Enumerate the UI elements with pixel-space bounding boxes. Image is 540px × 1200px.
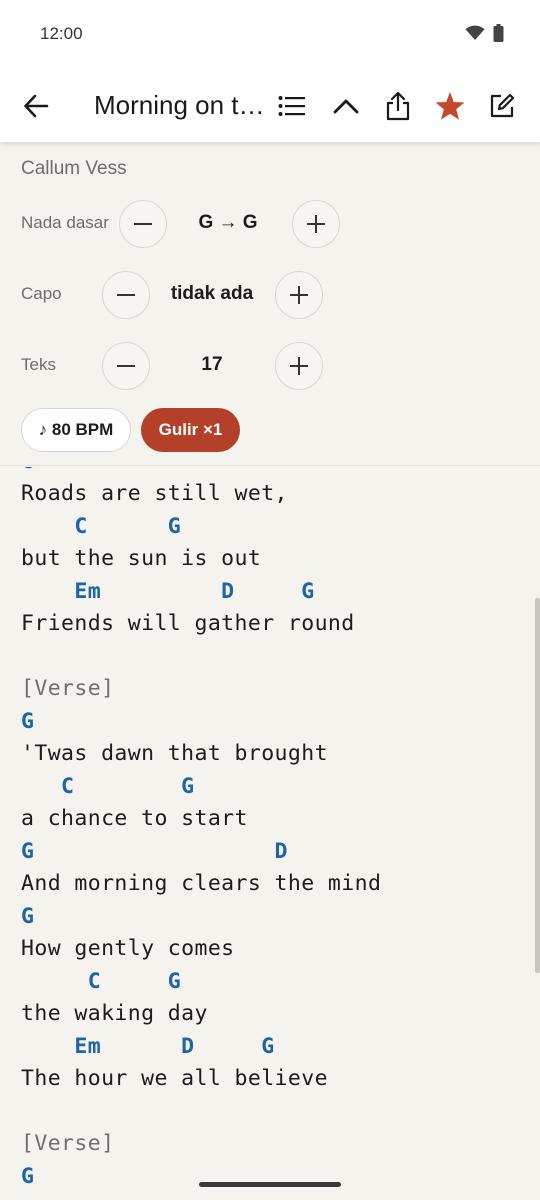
key-control: Nada dasar G → G — [0, 200, 540, 248]
section-heading: [Verse] — [21, 676, 115, 701]
song-controls-panel: Callum Vess Nada dasar G → G Capo tidak … — [0, 142, 540, 466]
plus-icon — [307, 215, 325, 233]
bpm-chip[interactable]: ♪ 80 BPM — [21, 408, 131, 452]
sections-list-button[interactable] — [270, 84, 314, 128]
chord-line[interactable]: C G — [21, 774, 194, 799]
star-icon — [435, 92, 465, 120]
chord-line[interactable]: G — [21, 709, 34, 734]
lyric-line: And morning clears the mind — [21, 871, 382, 896]
chord-line[interactable]: G — [21, 904, 34, 929]
capo-label: Capo — [21, 284, 62, 303]
capo-down-button[interactable] — [102, 271, 150, 319]
gesture-handle[interactable] — [199, 1182, 341, 1187]
key-label: Nada dasar — [21, 213, 109, 232]
chord-line[interactable]: Em D G — [21, 1034, 275, 1059]
favorite-button[interactable] — [428, 84, 472, 128]
lyric-line: Friends will gather round — [21, 611, 355, 636]
key-up-button[interactable] — [292, 200, 340, 248]
wifi-icon — [465, 25, 485, 40]
share-icon — [386, 91, 410, 121]
section-heading: [Verse] — [21, 1131, 115, 1156]
scrollbar[interactable] — [535, 598, 540, 973]
collapse-button[interactable] — [324, 84, 368, 128]
key-value: G → G — [198, 212, 258, 233]
chord-line[interactable]: C G — [21, 514, 181, 539]
chord-line[interactable]: C G — [21, 969, 181, 994]
autoscroll-chip[interactable]: Gulir ×1 — [141, 408, 240, 452]
chord-line[interactable]: Em D G — [21, 579, 315, 604]
lyric-line: but the sun is out — [21, 546, 262, 571]
lyric-line: a chance to start — [21, 806, 248, 831]
capo-up-button[interactable] — [275, 271, 323, 319]
battery-icon — [493, 24, 504, 42]
capo-value: tidak ada — [170, 283, 254, 304]
status-bar: 12:00 — [0, 0, 540, 70]
text-size-control: Teks 17 — [0, 342, 540, 390]
back-button[interactable] — [14, 84, 58, 128]
edit-button[interactable] — [480, 84, 524, 128]
chord-line[interactable]: G — [21, 1164, 34, 1189]
edit-icon — [490, 93, 515, 118]
app-bar: Morning on the Hill — [0, 70, 540, 142]
capo-control: Capo tidak ada — [0, 271, 540, 319]
share-button[interactable] — [376, 84, 420, 128]
minus-icon — [134, 223, 152, 225]
text-size-up-button[interactable] — [275, 342, 323, 390]
lyric-line: 'Twas dawn that brought — [21, 741, 328, 766]
status-icons — [465, 24, 504, 42]
list-icon — [278, 96, 305, 116]
lyric-line: the waking day — [21, 1001, 208, 1026]
artist-name: Callum Vess — [21, 158, 127, 179]
arrow-left-icon — [24, 94, 49, 118]
lyric-line: Roads are still wet, — [21, 481, 288, 506]
text-size-label: Teks — [21, 355, 56, 374]
chord-sheet: G Roads are still wet, C G but the sun is … — [0, 467, 540, 1200]
key-down-button[interactable] — [119, 200, 167, 248]
text-size-value: 17 — [201, 354, 223, 375]
chord-line[interactable]: G — [21, 467, 34, 474]
page-title: Morning on the Hill — [94, 90, 269, 120]
text-size-down-button[interactable] — [102, 342, 150, 390]
status-time: 12:00 — [40, 24, 83, 43]
lyric-line: The hour we all believe — [21, 1066, 328, 1091]
lyric-line: How gently comes — [21, 936, 235, 961]
plus-icon — [290, 286, 308, 304]
minus-icon — [117, 294, 135, 296]
chord-line[interactable]: G D — [21, 839, 288, 864]
chevron-up-icon — [333, 99, 359, 114]
minus-icon — [117, 365, 135, 367]
plus-icon — [290, 357, 308, 375]
